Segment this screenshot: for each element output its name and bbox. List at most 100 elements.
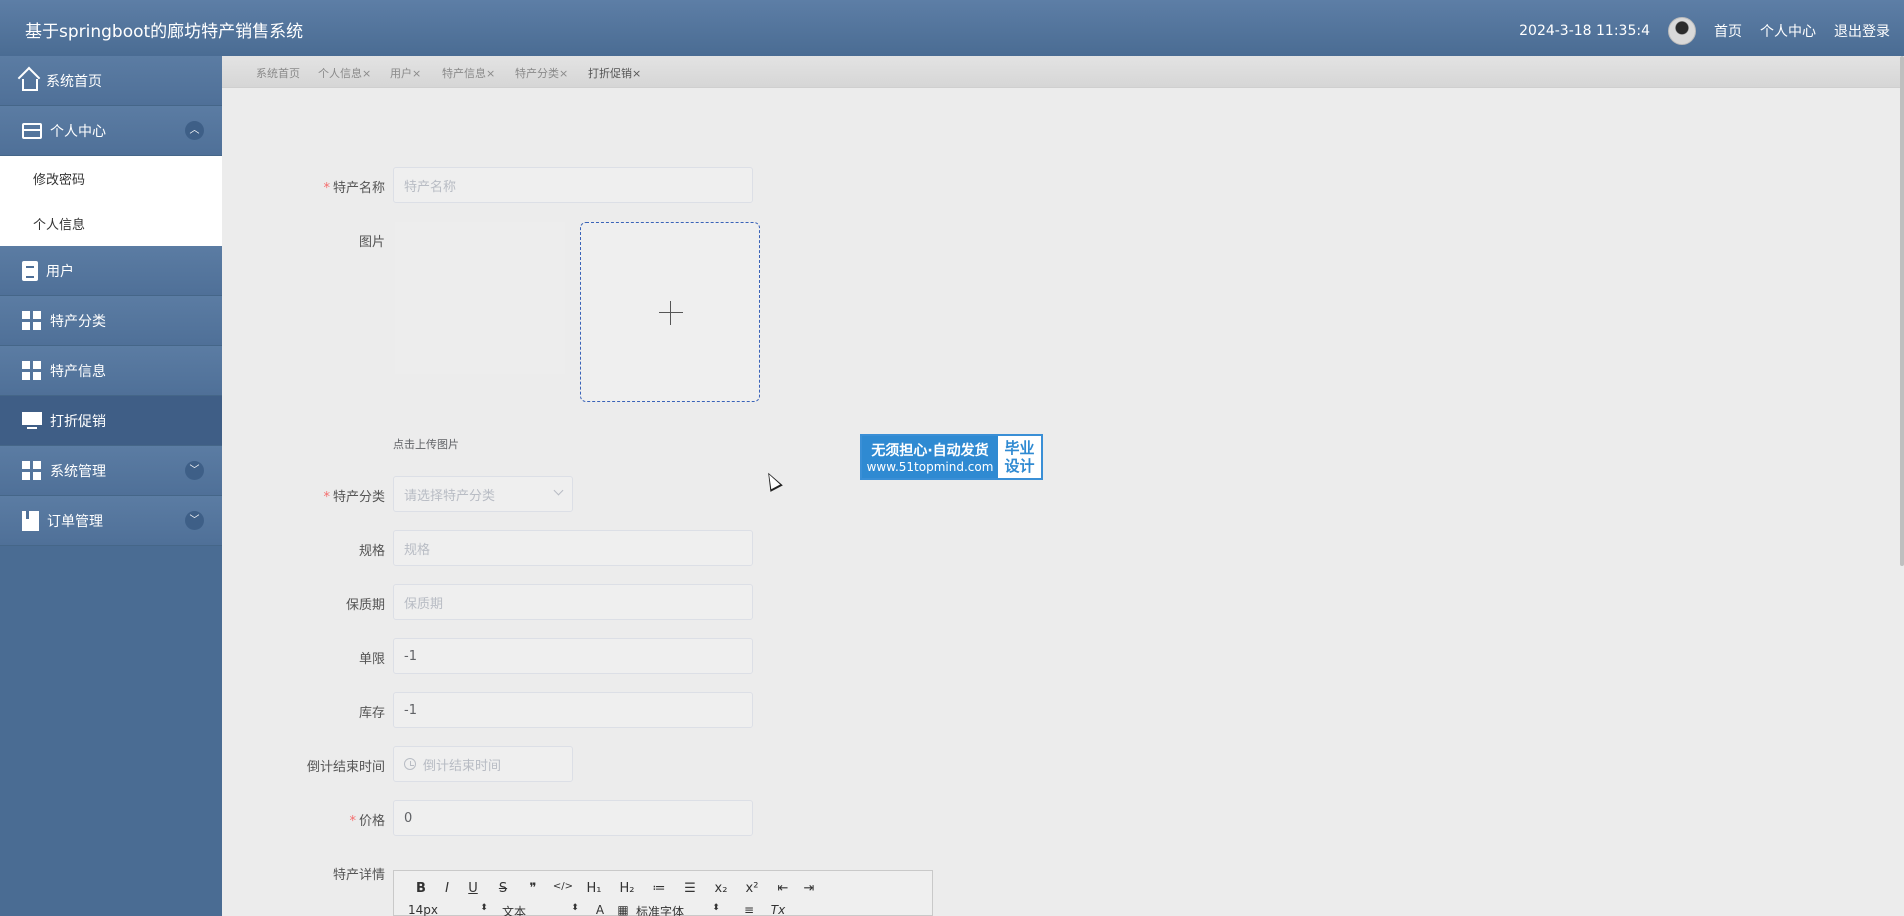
countdown-label: 倒计结束时间 (306, 760, 385, 775)
outdent-button[interactable]: ⇤ (770, 881, 796, 896)
sidebar-item-label: 系统首页 (46, 73, 102, 90)
price-input[interactable]: 0 (393, 800, 753, 836)
stock-input[interactable]: -1 (393, 692, 753, 728)
avatar[interactable] (1668, 17, 1696, 45)
home-icon (22, 78, 38, 91)
tab-users[interactable]: 用户× (390, 65, 421, 81)
header-select[interactable]: 文本 (502, 903, 560, 916)
grid-icon (22, 360, 42, 381)
rich-text-editor[interactable]: B I U S ❞ </> H₁ H₂ ≔ ☰ x₂ x² ⇤ ⇥ 14px ⬍… (393, 870, 933, 916)
limit-label: 单限 (358, 652, 385, 667)
image-label: 图片 (358, 235, 385, 250)
limit-input[interactable]: -1 (393, 638, 753, 674)
tab-discount-promotion[interactable]: 打折促销× (588, 65, 641, 81)
app-title: 基于springboot的廊坊特产销售系统 (25, 22, 304, 42)
sidebar-item-discount-promotion[interactable]: 打折促销 (0, 396, 222, 446)
tab-product-category[interactable]: 特产分类× (515, 65, 568, 81)
sidebar-item-label: 用户 (46, 263, 74, 280)
sidebar-subitem-personal-info[interactable]: 个人信息 (0, 201, 222, 246)
chevron-up-icon[interactable]: ︿ (185, 121, 204, 140)
sidebar-item-users[interactable]: 用户 (0, 246, 222, 296)
bold-button[interactable]: B (408, 881, 434, 896)
sidebar-item-product-info[interactable]: 特产信息 (0, 346, 222, 396)
sidebar-item-system-management[interactable]: 系统管理 ﹀ (0, 446, 222, 496)
sidebar-item-order-management[interactable]: 订单管理 ﹀ (0, 496, 222, 546)
tab-close-icon[interactable]: × (632, 67, 641, 80)
countdown-datetime-picker[interactable]: 倒计结束时间 (393, 746, 573, 782)
sidebar-item-label: 特产分类 (50, 313, 106, 330)
tab-close-icon[interactable]: × (412, 67, 421, 80)
shelf-life-input[interactable]: 保质期 (393, 584, 753, 620)
category-select[interactable]: 请选择特产分类 (393, 476, 573, 512)
sidebar-item-label: 打折促销 (50, 413, 106, 430)
superscript-button[interactable]: x² (734, 881, 770, 896)
name-input[interactable]: 特产名称 (393, 167, 753, 203)
watermark-badge: 无须担心·自动发货 www.51topmind.com 毕业 设计 (860, 434, 1043, 480)
top-header: 基于springboot的廊坊特产销售系统 2024-3-18 11:35:4 … (0, 0, 1904, 56)
sidebar-item-home[interactable]: 系统首页 (0, 56, 222, 106)
sidebar-item-label: 特产信息 (50, 363, 106, 380)
sidebar-item-label: 订单管理 (47, 513, 103, 530)
font-family-arrow-icon: ⬍ (712, 903, 720, 913)
underline-button[interactable]: U (460, 881, 486, 896)
chevron-down-icon[interactable]: ﹀ (185, 511, 204, 530)
watermark-right: 毕业 设计 (1004, 439, 1035, 475)
subscript-button[interactable]: x₂ (708, 881, 734, 896)
tab-close-icon[interactable]: × (362, 67, 371, 80)
heading1-button[interactable]: H₁ (580, 881, 608, 896)
spec-input[interactable]: 规格 (393, 530, 753, 566)
editor-toolbar-row-1: B I U S ❞ </> H₁ H₂ ≔ ☰ x₂ x² ⇤ ⇥ (408, 881, 822, 896)
grid-icon (22, 310, 42, 331)
monitor-icon (22, 411, 42, 431)
font-color-button[interactable]: A (590, 903, 610, 916)
profile-center-link[interactable]: 个人中心 (1760, 21, 1816, 41)
sidebar-item-personal-center[interactable]: 个人中心 ︿ (0, 106, 222, 156)
stock-label: 库存 (358, 706, 385, 721)
image-upload-button[interactable] (580, 222, 760, 402)
clear-format-button[interactable]: Tx (768, 903, 788, 916)
upload-tip: 点击上传图片 (393, 438, 459, 451)
shelf-life-label: 保质期 (345, 598, 385, 613)
blockquote-button[interactable]: ❞ (520, 881, 546, 896)
header-right: 2024-3-18 11:35:4 首页 个人中心 退出登录 (1519, 17, 1890, 45)
logout-link[interactable]: 退出登录 (1834, 21, 1890, 41)
detail-label: 特产详情 (332, 868, 385, 883)
tab-personal-info[interactable]: 个人信息× (318, 65, 371, 81)
italic-button[interactable]: I (434, 881, 460, 896)
sidebar-subitem-change-password[interactable]: 修改密码 (0, 156, 222, 201)
watermark-url: www.51topmind.com (866, 460, 994, 474)
price-label: * 价格 (349, 814, 385, 829)
align-button[interactable]: ≡ (730, 903, 768, 916)
background-color-button[interactable]: ▦ (610, 903, 636, 916)
sidebar-item-label: 个人中心 (50, 123, 106, 140)
tabs-bar: 系统首页 个人信息× 用户× 特产信息× 特产分类× 打折促销× (222, 56, 1900, 88)
home-link[interactable]: 首页 (1714, 21, 1742, 41)
code-block-button[interactable]: </> (546, 881, 580, 896)
tab-system-home[interactable]: 系统首页 (256, 65, 300, 81)
sidebar-item-label: 系统管理 (50, 463, 106, 480)
chevron-down-icon (553, 485, 564, 496)
bullet-list-button[interactable]: ☰ (672, 881, 708, 896)
mouse-cursor-icon (762, 469, 783, 492)
grid-icon (22, 460, 42, 481)
ordered-list-button[interactable]: ≔ (646, 881, 672, 896)
name-label: * 特产名称 (323, 181, 385, 196)
clock-icon (404, 758, 416, 770)
strike-button[interactable]: S (486, 881, 520, 896)
image-preview (395, 222, 565, 374)
page-scrollbar[interactable] (1900, 56, 1904, 566)
sidebar: 系统首页 个人中心 ︿ 修改密码 个人信息 用户 特产分类 特产信息 打折促销 … (0, 56, 222, 916)
card-icon (22, 122, 42, 139)
font-family-select[interactable]: 标准字体 (636, 903, 702, 916)
indent-button[interactable]: ⇥ (796, 881, 822, 896)
header-arrow-icon: ⬍ (571, 903, 579, 913)
watermark-slogan: 无须担心·自动发货 (871, 443, 989, 459)
watermark-left: 无须担心·自动发货 www.51topmind.com (862, 436, 998, 478)
font-size-select[interactable]: 14px (408, 903, 466, 916)
tab-product-info[interactable]: 特产信息× (442, 65, 495, 81)
tab-close-icon[interactable]: × (486, 67, 495, 80)
tab-close-icon[interactable]: × (559, 67, 568, 80)
heading2-button[interactable]: H₂ (608, 881, 646, 896)
chevron-down-icon[interactable]: ﹀ (185, 461, 204, 480)
sidebar-item-product-category[interactable]: 特产分类 (0, 296, 222, 346)
